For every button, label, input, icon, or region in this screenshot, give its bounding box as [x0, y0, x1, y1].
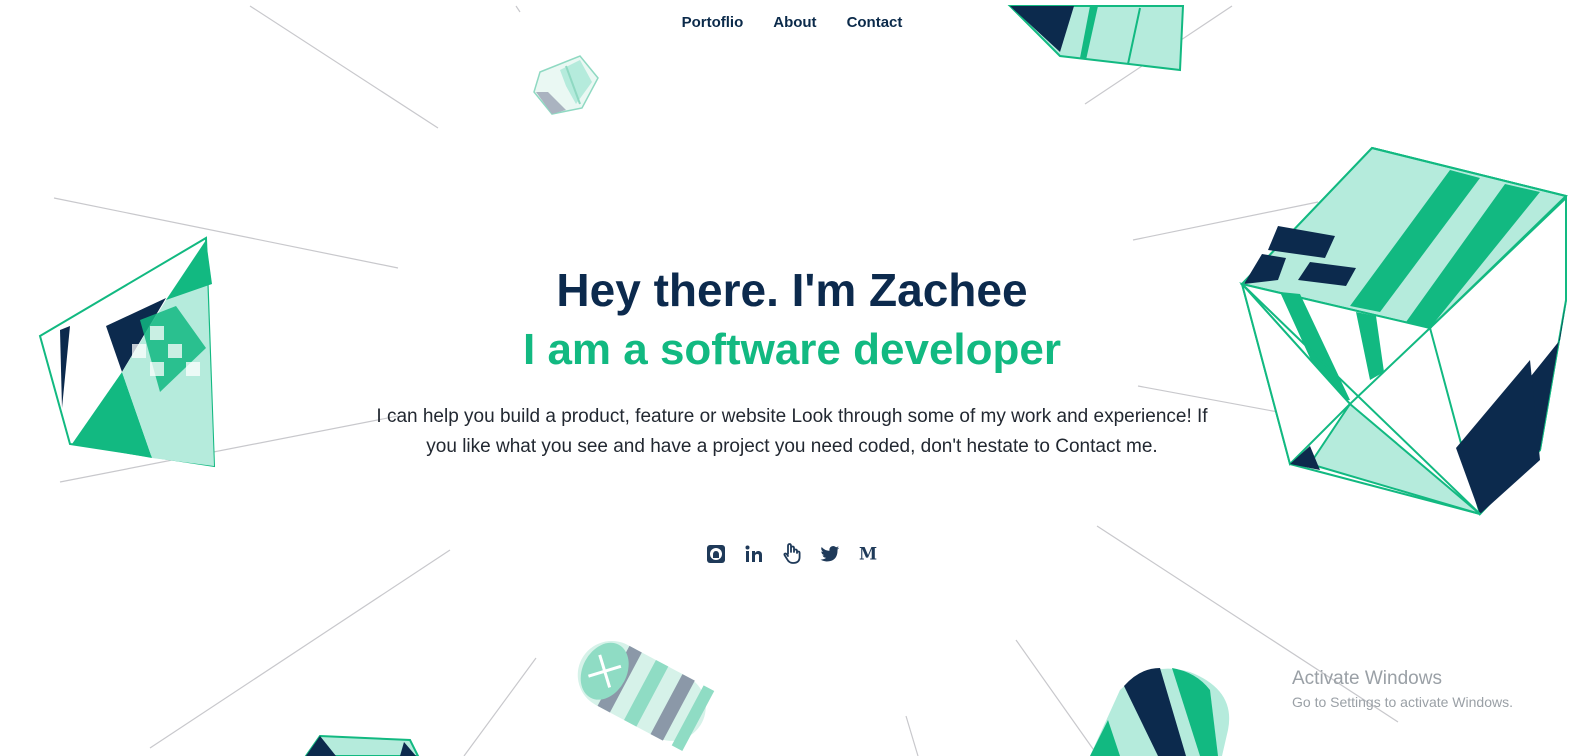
hero-description: I can help you build a product, feature …	[376, 406, 1208, 457]
hero-subheading: I am a software developer	[523, 325, 1061, 374]
watermark-subtitle: Go to Settings to activate Windows.	[1292, 694, 1513, 710]
github-icon[interactable]	[706, 542, 726, 566]
twitter-icon[interactable]	[820, 542, 840, 566]
social-links: M	[0, 542, 1584, 566]
bottom-right-shape	[1090, 668, 1230, 756]
small-cube	[533, 55, 599, 115]
capsule-shape	[577, 640, 715, 752]
top-nav: Portoflio About Contact	[0, 14, 1584, 31]
nav-item-portfolio[interactable]: Portoflio	[682, 14, 744, 31]
hand-icon[interactable]	[782, 542, 802, 566]
hero-heading: Hey there. I'm Zachee	[556, 264, 1028, 316]
hero-section: Hey there. I'm Zachee I am a software de…	[0, 262, 1584, 462]
svg-text:M: M	[859, 544, 877, 563]
nav-item-contact[interactable]: Contact	[847, 14, 903, 31]
nav-item-about[interactable]: About	[773, 14, 816, 31]
windows-activation-watermark: Activate Windows Go to Settings to activ…	[1292, 668, 1513, 710]
medium-icon[interactable]: M	[858, 542, 878, 566]
watermark-title: Activate Windows	[1292, 668, 1442, 689]
bottom-left-shape	[304, 734, 420, 756]
linkedin-icon[interactable]	[744, 542, 764, 566]
